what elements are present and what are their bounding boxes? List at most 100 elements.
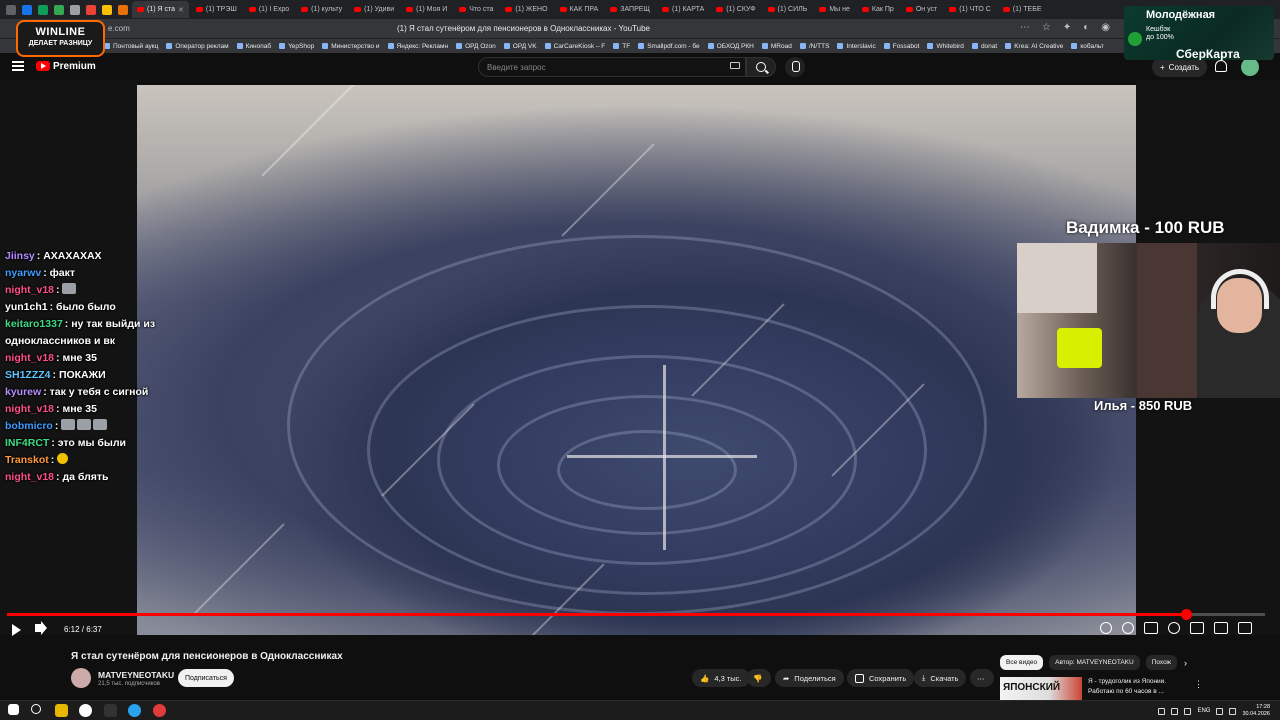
browser-tab[interactable]: Мы не (814, 1, 855, 18)
pinned-tab-icon[interactable] (54, 4, 64, 15)
browser-tab[interactable]: ЗАПРЕЩ (605, 1, 655, 18)
telegram-icon[interactable] (128, 704, 141, 717)
browser-tab[interactable]: Что ста (454, 1, 498, 18)
bookmark-item[interactable]: Министерство и (322, 43, 379, 50)
video-progress-bar[interactable] (7, 609, 1265, 620)
extension-icon[interactable]: ◉ (1101, 22, 1110, 33)
recommended-video-thumbnail[interactable]: ЯПОНСКИЙ (1000, 677, 1082, 701)
menu-icon[interactable] (12, 61, 24, 71)
extension-icon[interactable]: ◐ (1083, 22, 1089, 33)
bookmark-item[interactable]: MRoad (762, 43, 792, 50)
chat-username[interactable]: Transkot (5, 454, 49, 466)
youtube-logo-icon[interactable] (36, 61, 50, 71)
bookmark-item[interactable]: Кинопаб (237, 43, 271, 50)
browser-tab[interactable]: (1) I Expo (244, 1, 294, 18)
network-icon[interactable] (1171, 707, 1179, 715)
bookmark-item[interactable]: кобальт (1071, 43, 1103, 50)
browser-tab[interactable]: (1) ТЕБЕ (998, 1, 1047, 18)
channel-avatar[interactable] (71, 668, 91, 688)
share-button[interactable]: ➦ Поделиться (775, 669, 844, 687)
wifi-icon[interactable] (1216, 707, 1224, 715)
browser-tab[interactable]: (1) СКУФ (711, 1, 760, 18)
bookmark-item[interactable]: ОРД VK (504, 43, 537, 50)
browser-tab[interactable]: (1) Удиви (349, 1, 399, 18)
cast-icon[interactable] (1214, 622, 1228, 634)
bookmark-item[interactable]: CarCareKiosk – F (545, 43, 606, 50)
bookmark-item[interactable]: Interslavic (837, 43, 875, 50)
language-indicator[interactable]: ENG (1197, 708, 1210, 714)
miniplayer-icon[interactable] (1190, 622, 1204, 634)
search-button[interactable] (746, 57, 776, 77)
chat-username[interactable]: Jiinsy (5, 250, 35, 262)
file-explorer-icon[interactable] (55, 704, 68, 717)
bookmark-item[interactable]: TF (613, 43, 630, 50)
browser-tab[interactable]: (1) ЧТО С (944, 1, 996, 18)
volume-tray-icon[interactable] (1229, 707, 1237, 715)
tab-actions-icon[interactable] (6, 4, 16, 15)
bookmark-item[interactable]: /N/TTS (800, 43, 830, 50)
tray-chevron-icon[interactable] (1158, 707, 1166, 715)
recommended-video-title[interactable]: Я - трудоголик из Японии. Работаю по 60 … (1088, 677, 1188, 697)
extension-icon[interactable]: ✦ (1063, 22, 1071, 33)
chat-username[interactable]: yun1ch1 (5, 301, 48, 313)
bookmark-star-icon[interactable]: ☆ (1042, 22, 1051, 33)
app-icon[interactable] (104, 704, 117, 717)
obs-icon[interactable] (153, 704, 166, 717)
video-frame[interactable] (137, 85, 1136, 635)
bookmark-item[interactable]: Яндекс: Рекламн (388, 43, 449, 50)
create-button[interactable]: + Создать (1152, 57, 1208, 77)
chat-username[interactable]: night_v18 (5, 403, 54, 415)
search-icon[interactable] (31, 704, 41, 714)
browser-tab-active[interactable]: (1) Я ста ✕ (132, 1, 189, 18)
like-button[interactable]: 👍 4,3 тыс. (692, 669, 750, 687)
save-button[interactable]: Сохранить (847, 669, 915, 687)
pinned-tab-icon[interactable] (102, 4, 112, 15)
keyboard-icon[interactable] (730, 62, 740, 69)
speaker-icon[interactable] (1184, 707, 1192, 715)
pinned-tab-icon[interactable] (70, 4, 80, 15)
browser-tab[interactable]: КАК ПРА (555, 1, 604, 18)
chevron-right-icon[interactable]: › (1184, 658, 1187, 668)
bookmark-item[interactable]: Whitebird (927, 43, 963, 50)
close-icon[interactable]: ✕ (178, 6, 184, 14)
browser-tab[interactable]: (1) СИЛЬ (763, 1, 813, 18)
pinned-tab-icon[interactable] (38, 4, 48, 15)
more-icon[interactable]: ⋯ (1020, 22, 1030, 33)
search-input[interactable]: Введите запрос (478, 57, 746, 77)
channel-name[interactable]: MATVEYNEOTAKU (98, 670, 174, 680)
browser-tab[interactable]: (1) ТРЭШ (191, 1, 242, 18)
fullscreen-icon[interactable] (1238, 622, 1252, 634)
chat-username[interactable]: SH1ZZZ4 (5, 369, 51, 381)
browser-tab[interactable]: (1) Моя И (401, 1, 452, 18)
chat-username[interactable]: night_v18 (5, 284, 54, 296)
progress-scrubber-handle[interactable] (1180, 609, 1192, 620)
browser-tab[interactable]: Как Пр (857, 1, 899, 18)
more-actions-button[interactable]: ⋯ (970, 669, 994, 687)
clock[interactable]: 17:28 30.04.2026 (1242, 704, 1270, 718)
bookmark-item[interactable]: Оператор реклам (166, 43, 228, 50)
url-field[interactable]: e.com (108, 24, 130, 33)
download-button[interactable]: ⤓ Скачать (914, 669, 967, 687)
pinned-tab-icon[interactable] (86, 4, 96, 15)
chat-username[interactable]: INF4RCT (5, 437, 49, 449)
bookmark-item[interactable]: Fossabot (884, 43, 920, 50)
chat-username[interactable]: night_v18 (5, 352, 54, 364)
youtube-premium-label[interactable]: Premium (53, 61, 96, 72)
autoplay-icon[interactable] (1122, 622, 1134, 634)
play-icon[interactable] (12, 624, 21, 636)
user-avatar[interactable] (1241, 58, 1259, 76)
browser-tab[interactable]: (1) культу (296, 1, 347, 18)
browser-tab[interactable]: Он уст (901, 1, 942, 18)
settings-gear-icon[interactable] (1168, 622, 1180, 634)
notifications-bell-icon[interactable] (1215, 60, 1227, 72)
kebab-menu-icon[interactable]: ⋮ (1194, 679, 1203, 690)
chat-username[interactable]: night_v18 (5, 471, 54, 483)
bookmark-item[interactable]: Smallpdf.com - бе (638, 43, 699, 50)
chip-all-videos[interactable]: Все видео (1000, 655, 1044, 670)
yandex-browser-icon[interactable] (79, 704, 92, 717)
chat-username[interactable]: bobmicro (5, 420, 53, 432)
browser-tab[interactable]: (1) ЖЕНО (500, 1, 552, 18)
chat-username[interactable]: kyurew (5, 386, 41, 398)
bookmark-item[interactable]: Krea: AI Creative (1005, 43, 1063, 50)
volume-icon[interactable] (35, 624, 41, 632)
